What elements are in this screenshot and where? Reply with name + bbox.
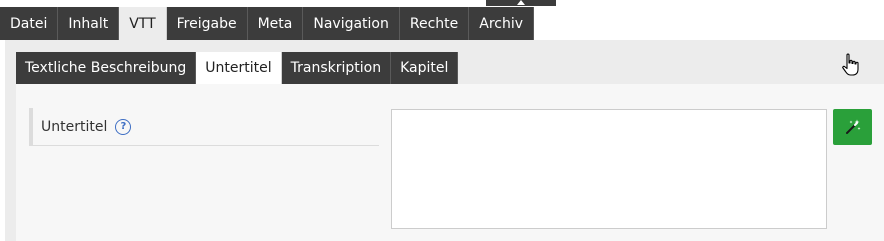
- subtab-textliche-beschreibung[interactable]: Textliche Beschreibung: [16, 52, 197, 84]
- help-icon[interactable]: ?: [115, 118, 132, 135]
- tab-navigation[interactable]: Navigation: [303, 7, 400, 40]
- subtab-content: Untertitel ?: [16, 84, 884, 241]
- top-bar: Datei Inhalt VTT Freigabe Meta Navigatio…: [0, 0, 884, 40]
- untertitel-textarea[interactable]: [391, 109, 827, 229]
- subtab-kapitel[interactable]: Kapitel: [391, 52, 459, 84]
- tab-inhalt[interactable]: Inhalt: [58, 7, 120, 40]
- main-tab-bar: Datei Inhalt VTT Freigabe Meta Navigatio…: [0, 7, 535, 40]
- untertitel-field-label: Untertitel ?: [29, 108, 379, 146]
- magic-wand-icon: [845, 119, 860, 134]
- tab-datei[interactable]: Datei: [0, 7, 59, 40]
- tab-archiv[interactable]: Archiv: [469, 7, 535, 40]
- caret-up-icon: [517, 0, 525, 5]
- subtab-untertitel[interactable]: Untertitel: [196, 52, 282, 84]
- vtt-panel: Textliche Beschreibung Untertitel Transk…: [5, 40, 884, 241]
- vtt-sub-tab-bar: Textliche Beschreibung Untertitel Transk…: [16, 52, 459, 84]
- field-label-text: Untertitel: [41, 118, 108, 135]
- tab-freigabe[interactable]: Freigabe: [166, 7, 248, 40]
- tab-meta[interactable]: Meta: [247, 7, 304, 40]
- subtab-transkription[interactable]: Transkription: [281, 52, 392, 84]
- tab-rechte[interactable]: Rechte: [399, 7, 470, 40]
- magic-wand-button[interactable]: [833, 109, 872, 145]
- tab-vtt[interactable]: VTT: [119, 7, 167, 40]
